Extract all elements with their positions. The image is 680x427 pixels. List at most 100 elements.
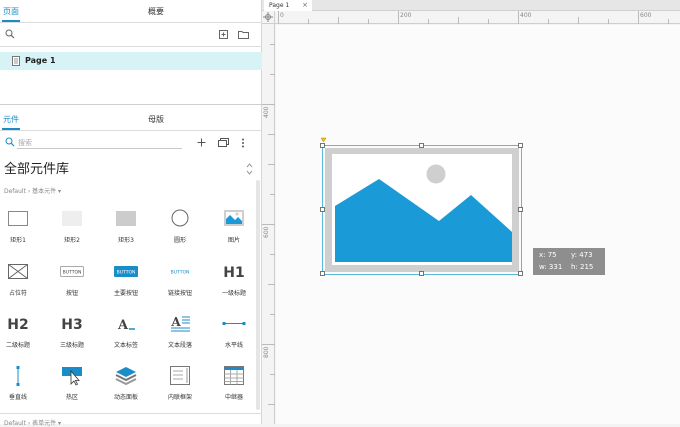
library-title[interactable]: 全部元件库 bbox=[4, 158, 69, 177]
page-label: Page 1 bbox=[25, 56, 56, 65]
widget-search-input[interactable]: 搜索 bbox=[18, 138, 32, 148]
text-label-icon: A bbox=[117, 318, 135, 333]
add-folder-icon[interactable] bbox=[238, 30, 249, 39]
document-tabbar: Page 1 × bbox=[262, 0, 680, 11]
readout-x: x: 75 bbox=[539, 251, 557, 259]
widget-label: 圆形 bbox=[173, 237, 186, 244]
library-breadcrumb[interactable]: Default › 表单元件 ▾ bbox=[4, 418, 61, 427]
widget-text-label[interactable]: A 文本标签 bbox=[108, 312, 144, 358]
more-options-icon[interactable] bbox=[241, 138, 245, 148]
widget-label: 矩形1 bbox=[10, 237, 26, 244]
add-library-icon[interactable] bbox=[197, 138, 206, 147]
svg-text:BUTTON: BUTTON bbox=[117, 270, 136, 276]
pages-tabbar: 页面 概要 bbox=[0, 2, 262, 22]
tab-pages[interactable]: 页面 bbox=[2, 2, 20, 22]
ruler-label: 200 bbox=[400, 12, 412, 19]
divider bbox=[0, 46, 262, 47]
panel-splitter[interactable] bbox=[0, 104, 262, 105]
ruler-label: 600 bbox=[640, 12, 652, 19]
search-underline bbox=[17, 148, 182, 149]
readout-w: w: 331 bbox=[539, 263, 563, 271]
widget-label: 文本段落 bbox=[167, 342, 192, 349]
widget-primary-button[interactable]: BUTTON 主要按钮 bbox=[108, 260, 144, 306]
tab-masters[interactable]: 母版 bbox=[146, 110, 166, 130]
button-icon: BUTTON bbox=[60, 266, 84, 277]
lightning-marker-icon[interactable] bbox=[320, 137, 327, 143]
widget-list-scrollbar[interactable] bbox=[256, 180, 260, 410]
position-size-readout: x: 75 y: 473 w: 331 h: 215 bbox=[533, 248, 605, 275]
crosshair-icon bbox=[263, 12, 273, 22]
add-page-icon[interactable] bbox=[219, 30, 228, 39]
search-icon[interactable] bbox=[5, 137, 15, 147]
search-icon[interactable] bbox=[5, 29, 15, 39]
widget-text-paragraph[interactable]: A 文本段落 bbox=[162, 312, 198, 358]
library-breadcrumb[interactable]: Default › 基本元件 ▾ bbox=[4, 186, 61, 195]
tab-widgets[interactable]: 元件 bbox=[2, 110, 20, 130]
widget-rect-white[interactable]: 矩形1 bbox=[0, 207, 36, 253]
svg-text:H2: H2 bbox=[7, 317, 28, 333]
sun-icon bbox=[426, 164, 446, 184]
widget-rect-gray[interactable]: 矩形3 bbox=[108, 207, 144, 253]
tab-outline[interactable]: 概要 bbox=[144, 2, 168, 22]
ruler-corner[interactable] bbox=[262, 11, 275, 24]
widget-hotspot[interactable]: 热区 bbox=[54, 364, 90, 410]
ruler-label: 400 bbox=[263, 106, 270, 118]
library-folder-icon[interactable] bbox=[218, 138, 229, 147]
widget-circle[interactable]: 圆形 bbox=[162, 207, 198, 253]
widget-label: 动态面板 bbox=[113, 394, 138, 401]
widget-link-button[interactable]: BUTTON 链接按钮 bbox=[162, 260, 198, 306]
svg-text:H1: H1 bbox=[223, 265, 244, 281]
svg-text:A: A bbox=[170, 315, 181, 329]
left-panel: 页面 概要 Page 1 元件 母版 搜索 全部元件库 Default › 基本… bbox=[0, 0, 262, 427]
rect-gray-icon bbox=[116, 211, 136, 226]
svg-text:BUTTON: BUTTON bbox=[171, 270, 190, 276]
widget-label: 占位符 bbox=[8, 290, 27, 297]
image-widget[interactable] bbox=[318, 136, 528, 280]
library-selector-icon[interactable] bbox=[246, 162, 253, 176]
close-icon[interactable]: × bbox=[302, 1, 308, 9]
svg-text:A: A bbox=[117, 318, 129, 333]
widget-label: 热区 bbox=[65, 394, 78, 401]
widget-h2[interactable]: H2 二级标题 bbox=[0, 312, 36, 358]
repeater-icon bbox=[224, 366, 244, 385]
horizontal-line-icon bbox=[222, 322, 246, 325]
dynamic-panel-icon bbox=[115, 367, 137, 386]
widget-image[interactable]: 图片 bbox=[216, 207, 252, 253]
page-list-item[interactable]: Page 1 bbox=[0, 52, 262, 70]
text-paragraph-icon: A bbox=[170, 315, 190, 332]
widget-vertical-line[interactable]: 垂直线 bbox=[0, 364, 36, 410]
rect-white-icon bbox=[8, 211, 28, 226]
ruler-label: 800 bbox=[263, 346, 270, 358]
vertical-ruler[interactable]: 400 600 800 bbox=[262, 24, 275, 424]
link-button-icon: BUTTON bbox=[171, 270, 190, 276]
widget-h1[interactable]: H1 一级标题 bbox=[216, 260, 252, 306]
horizontal-ruler[interactable]: 0 200 400 600 bbox=[275, 11, 680, 24]
widget-label: 中继器 bbox=[224, 394, 243, 401]
widget-inline-frame[interactable]: 内联框架 bbox=[162, 364, 198, 410]
widget-dynamic-panel[interactable]: 动态面板 bbox=[108, 364, 144, 410]
widget-label: 矩形2 bbox=[64, 237, 80, 244]
widgets-tabbar: 元件 母版 bbox=[0, 110, 262, 130]
widget-label: 水平线 bbox=[224, 342, 243, 349]
h1-icon: H1 bbox=[223, 265, 244, 281]
divider bbox=[0, 22, 262, 23]
widget-label: 图片 bbox=[227, 237, 240, 244]
widget-h3[interactable]: H3 三级标题 bbox=[54, 312, 90, 358]
ruler-label: 600 bbox=[263, 226, 270, 238]
widget-button[interactable]: BUTTON 按钮 bbox=[54, 260, 90, 306]
widget-horizontal-line[interactable]: 水平线 bbox=[216, 312, 252, 358]
image-icon bbox=[224, 210, 244, 226]
rect-lightgray-icon bbox=[62, 211, 82, 226]
widget-rect-lightgray[interactable]: 矩形2 bbox=[54, 207, 90, 253]
vertical-line-icon bbox=[16, 366, 20, 386]
widget-repeater[interactable]: 中继器 bbox=[216, 364, 252, 410]
h3-icon: H3 bbox=[61, 317, 82, 333]
svg-text:BUTTON: BUTTON bbox=[63, 270, 82, 276]
tab-page-1[interactable]: Page 1 × bbox=[264, 0, 312, 11]
placeholder-icon bbox=[8, 264, 28, 279]
widget-label: 一级标题 bbox=[221, 290, 246, 297]
divider bbox=[0, 130, 262, 131]
widget-placeholder[interactable]: 占位符 bbox=[0, 260, 36, 306]
readout-h: h: 215 bbox=[571, 263, 594, 271]
primary-button-icon: BUTTON bbox=[114, 266, 138, 277]
